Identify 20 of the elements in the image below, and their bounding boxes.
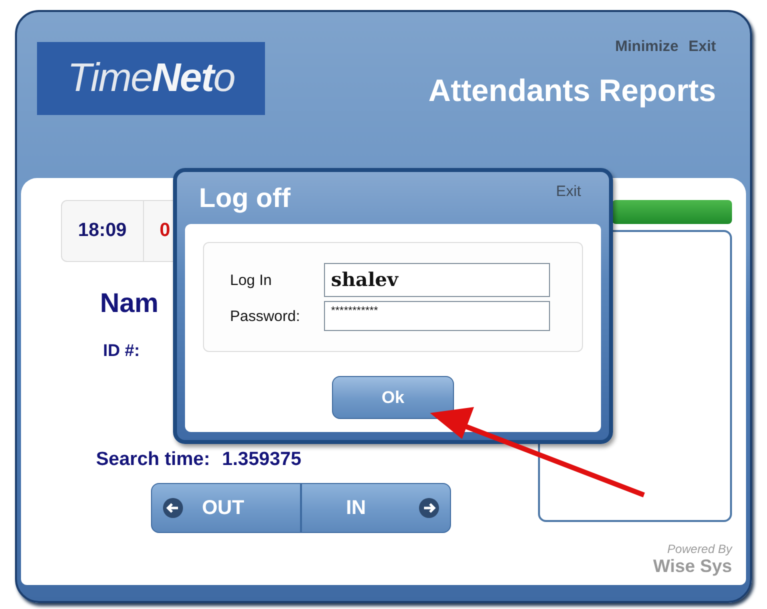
dialog-title: Log off — [199, 182, 290, 214]
out-button[interactable]: OUT — [151, 483, 301, 533]
password-field[interactable]: *********** — [324, 301, 550, 331]
window-title: Attendants Reports — [428, 73, 716, 109]
powered-by-caption: Powered By — [667, 542, 732, 556]
window-control[interactable]: Minimize — [615, 38, 678, 55]
search-time-value: 1.359375 — [222, 449, 302, 471]
in-button[interactable]: IN — [301, 483, 451, 533]
window-control[interactable]: Exit — [688, 38, 716, 55]
ok-button[interactable]: Ok — [332, 376, 454, 419]
clock-time: 18:09 — [77, 219, 128, 243]
dialog-exit[interactable]: Exit — [556, 182, 581, 200]
name-label: Nam — [100, 288, 159, 319]
id-label: ID #: — [103, 341, 141, 361]
login-field[interactable]: shalev — [324, 263, 550, 297]
field-label: Password: — [230, 306, 302, 326]
brand-name: Wise Sys — [653, 556, 732, 577]
field-label: Log In — [230, 270, 273, 290]
search-time-label: Search time: — [96, 449, 210, 471]
logo: TimeNeto — [37, 42, 265, 115]
